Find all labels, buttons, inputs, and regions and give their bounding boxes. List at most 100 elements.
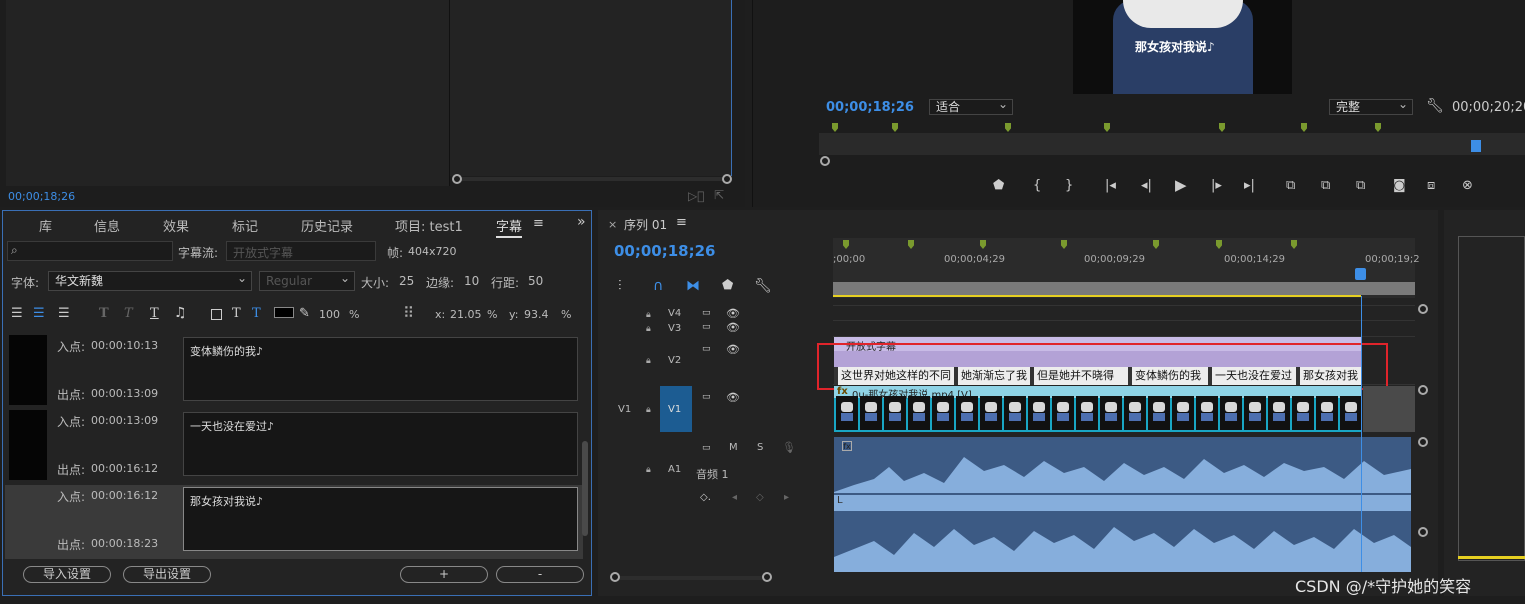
solo-button[interactable]: S: [757, 442, 763, 453]
toggle-sync-icon[interactable]: ▭: [702, 392, 711, 402]
font-style-dropdown[interactable]: Regular: [259, 269, 355, 291]
music-note-icon[interactable]: ♫: [174, 305, 187, 321]
mute-button[interactable]: M: [729, 442, 738, 453]
position-grid-icon[interactable]: ⠿: [403, 304, 414, 322]
text-color-icon[interactable]: T: [232, 306, 241, 321]
background-color-icon[interactable]: [211, 309, 222, 320]
panel-overflow-icon[interactable]: »: [577, 214, 586, 230]
eye-icon[interactable]: 👁︎: [726, 321, 740, 334]
edge-color-icon[interactable]: T: [252, 306, 261, 321]
add-marker-icon[interactable]: ⬟: [993, 178, 1004, 193]
edge-value[interactable]: 10: [464, 274, 479, 288]
underline-icon[interactable]: T: [150, 306, 159, 321]
color-swatch[interactable]: [274, 307, 294, 318]
captions-scrollbar[interactable]: [582, 441, 588, 536]
caption-row-selected[interactable]: 入点: 00:00:16:12 出点: 00:00:18:23 那女孩对我说♪: [5, 485, 583, 559]
share-icon[interactable]: ⇱: [714, 188, 724, 202]
keyframe-icon[interactable]: ◇.: [700, 492, 711, 503]
toggle-sync-icon[interactable]: ▭: [702, 344, 711, 354]
h-scroll-handle-left[interactable]: [610, 572, 620, 582]
step-forward-icon[interactable]: |▸: [1211, 178, 1222, 193]
go-to-out-icon[interactable]: ▸|: [1244, 178, 1255, 193]
vr-icon[interactable]: ⊗: [1462, 178, 1473, 193]
playhead-icon[interactable]: [1471, 140, 1481, 152]
out-point-value[interactable]: 00:00:16:12: [91, 462, 158, 475]
lock-icon[interactable]: 🔒︎: [646, 324, 651, 334]
add-marker-icon[interactable]: ⬟: [722, 278, 733, 293]
compare-icon[interactable]: ⧈: [1427, 178, 1435, 193]
x-value[interactable]: 21.05: [450, 308, 482, 321]
mark-in-icon[interactable]: {: [1033, 178, 1041, 193]
v-scroll-handle[interactable]: [1418, 304, 1428, 314]
marker[interactable]: [1216, 240, 1222, 249]
camera-icon[interactable]: ◙: [1393, 178, 1406, 193]
in-point-value[interactable]: 00:00:13:09: [91, 414, 158, 427]
timeline-h-scrollbar[interactable]: [614, 576, 766, 580]
caption-row[interactable]: 入点: 00:00:10:13 出点: 00:00:13:09 变体鳞伤的我♪: [5, 335, 583, 409]
marker[interactable]: [980, 240, 986, 249]
nest-icon[interactable]: ⫶: [618, 278, 622, 294]
mic-icon[interactable]: 🎙︎: [782, 441, 796, 454]
remove-caption-button[interactable]: -: [496, 566, 584, 583]
search-input[interactable]: ⌕: [7, 241, 173, 261]
lock-icon[interactable]: 🔒︎: [646, 310, 651, 320]
marker[interactable]: [1061, 240, 1067, 249]
toggle-sync-icon[interactable]: ▭: [702, 443, 711, 453]
lift-icon[interactable]: ⧉: [1286, 178, 1295, 193]
next-keyframe-icon[interactable]: ▸: [784, 492, 789, 503]
insert-icon[interactable]: ⧉: [1356, 178, 1365, 193]
fit-dropdown[interactable]: 适合: [929, 97, 1013, 115]
caption-text-field[interactable]: 那女孩对我说♪: [183, 487, 578, 551]
quality-dropdown[interactable]: 完整: [1329, 97, 1413, 115]
lock-icon[interactable]: 🔒︎: [646, 405, 651, 415]
tab-library[interactable]: 库: [39, 216, 52, 235]
toggle-sync-icon[interactable]: ▭: [702, 308, 711, 318]
v-scroll-handle[interactable]: [1418, 437, 1428, 447]
tab-effects[interactable]: 效果: [163, 216, 189, 235]
video-clip[interactable]: fx 0u-那女孩对我说.mp4 [V]: [834, 386, 1362, 432]
work-area-bar[interactable]: [833, 282, 1415, 295]
italic-icon[interactable]: T: [124, 306, 133, 321]
go-to-in-icon[interactable]: |◂: [1105, 178, 1116, 193]
close-icon[interactable]: ×: [608, 218, 617, 231]
in-point-value[interactable]: 00:00:16:12: [91, 489, 158, 502]
align-right-icon[interactable]: ☰: [58, 306, 70, 321]
in-point-value[interactable]: 00:00:10:13: [91, 339, 158, 352]
program-timecode[interactable]: 00;00;18;26: [826, 100, 914, 115]
lock-icon[interactable]: 🔒︎: [646, 356, 651, 366]
y-value[interactable]: 93.4: [524, 308, 549, 321]
tab-info[interactable]: 信息: [94, 216, 120, 235]
opacity-value[interactable]: 100: [319, 308, 340, 321]
eye-icon[interactable]: 👁︎: [726, 343, 740, 356]
h-scroll-handle-right[interactable]: [762, 572, 772, 582]
align-center-icon[interactable]: ☰: [33, 306, 45, 321]
eye-icon[interactable]: 👁︎: [726, 391, 740, 404]
lock-icon[interactable]: 🔒︎: [646, 465, 651, 475]
align-left-icon[interactable]: ☰: [11, 306, 23, 321]
tab-captions[interactable]: 字幕: [496, 216, 523, 238]
out-point-value[interactable]: 00:00:18:23: [91, 537, 158, 550]
size-value[interactable]: 25: [399, 274, 414, 288]
panel-menu-icon[interactable]: ≡: [676, 215, 687, 230]
sequence-tab[interactable]: 序列 01: [624, 216, 667, 233]
eyedropper-icon[interactable]: ✎: [299, 306, 310, 321]
font-dropdown[interactable]: 华文新魏: [48, 269, 252, 291]
snap-magnet-icon[interactable]: ∩: [653, 278, 663, 294]
extract-icon[interactable]: ⧉: [1321, 178, 1330, 193]
wrench-icon[interactable]: 🔧︎: [1426, 98, 1444, 114]
caption-row[interactable]: 入点: 00:00:13:09 出点: 00:00:16:12 一天也没在爱过♪: [5, 410, 583, 484]
marker[interactable]: [1153, 240, 1159, 249]
source-track-v1[interactable]: V1: [618, 404, 631, 415]
line-spacing-value[interactable]: 50: [528, 274, 543, 288]
program-scrub-bar[interactable]: [819, 121, 1525, 155]
zoom-handle-left[interactable]: [820, 156, 830, 166]
scroll-handle-right[interactable]: [722, 174, 732, 184]
mark-out-icon[interactable]: }: [1065, 178, 1073, 193]
marker[interactable]: [908, 240, 914, 249]
export-frame-icon[interactable]: ▷⃒: [688, 189, 704, 203]
out-point-value[interactable]: 00:00:13:09: [91, 387, 158, 400]
eye-icon[interactable]: 👁︎: [726, 307, 740, 320]
time-ruler[interactable]: ;00;00 00;00;04;29 00;00;09;29 00;00;14;…: [833, 238, 1420, 298]
wrench-icon[interactable]: 🔧︎: [754, 278, 772, 294]
source-scrollbar[interactable]: [456, 177, 728, 181]
